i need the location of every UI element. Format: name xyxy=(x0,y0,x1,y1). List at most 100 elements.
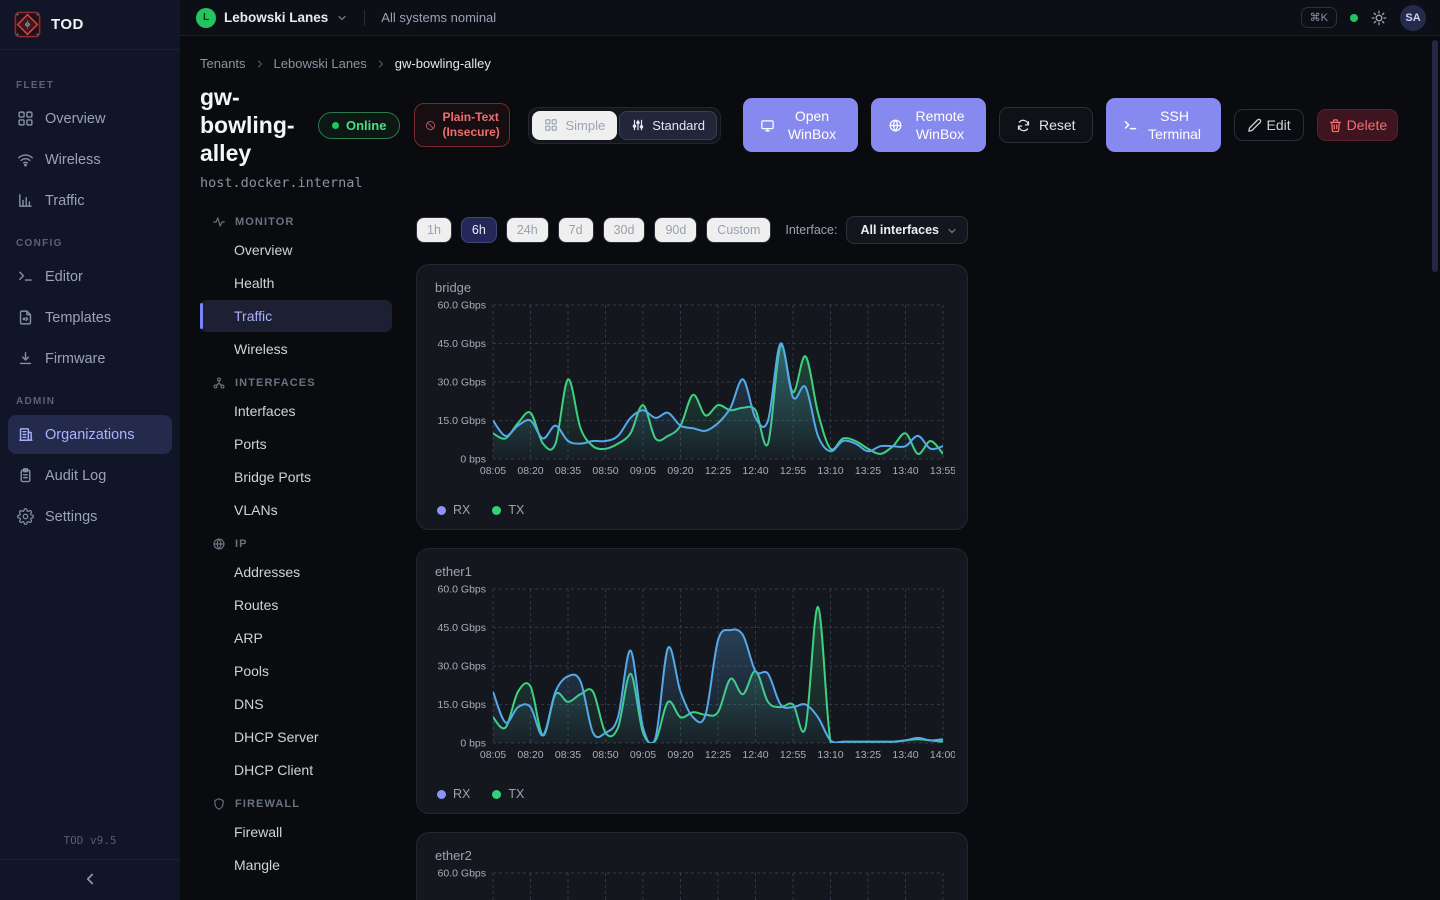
chart-legend: RX TX xyxy=(431,497,953,519)
subnav-item-wireless[interactable]: Wireless xyxy=(200,333,392,365)
subnav-section-label: FIREWALL xyxy=(235,798,300,810)
interface-select[interactable]: All interfaces xyxy=(846,216,968,244)
system-status-text: All systems nominal xyxy=(381,10,496,25)
sidebar-item-label: Templates xyxy=(45,310,111,326)
breadcrumb-current-device: gw-bowling-alley xyxy=(395,56,491,71)
svg-text:08:35: 08:35 xyxy=(555,749,581,761)
trash-icon xyxy=(1328,118,1343,133)
range-custom[interactable]: Custom xyxy=(706,217,771,243)
view-mode-toggle: Simple Standard xyxy=(528,107,721,144)
subnav-item-dhcp-server[interactable]: DHCP Server xyxy=(200,721,392,753)
theme-toggle-sun-icon[interactable] xyxy=(1371,10,1387,26)
app-logo-icon xyxy=(14,11,41,38)
app-name: TOD xyxy=(51,16,84,33)
subnav-item-health[interactable]: Health xyxy=(200,267,392,299)
sidebar-item-wireless[interactable]: Wireless xyxy=(8,140,172,179)
interface-select-value: All interfaces xyxy=(860,223,939,237)
sidebar-item-label: Organizations xyxy=(45,427,134,443)
monitor-icon xyxy=(760,118,775,133)
svg-text:30.0 Gbps: 30.0 Gbps xyxy=(438,377,486,389)
topbar-divider xyxy=(364,10,365,26)
topbar: L Lebowski Lanes All systems nominal ⌘K … xyxy=(180,0,1440,36)
subnav-item-overview[interactable]: Overview xyxy=(200,234,392,266)
legend-dot-icon xyxy=(492,790,501,799)
svg-text:0 bps: 0 bps xyxy=(460,454,486,466)
app-logo-row: TOD xyxy=(0,0,180,50)
user-avatar[interactable]: SA xyxy=(1400,5,1426,31)
subnav-section-firewall: FIREWALL xyxy=(200,787,392,815)
range-90d[interactable]: 90d xyxy=(654,217,697,243)
breadcrumb-tenant-name[interactable]: Lebowski Lanes xyxy=(274,56,367,71)
svg-text:09:05: 09:05 xyxy=(630,465,656,477)
sidebar-item-templates[interactable]: Templates xyxy=(8,298,172,337)
traffic-chart-svg: 0 bps15.0 Gbps30.0 Gbps45.0 Gbps60.0 Gbp… xyxy=(431,867,955,900)
subnav-item-routes[interactable]: Routes xyxy=(200,589,392,621)
subnav-item-arp[interactable]: ARP xyxy=(200,622,392,654)
svg-text:15.0 Gbps: 15.0 Gbps xyxy=(438,699,486,711)
subnav-item-firewall[interactable]: Firewall xyxy=(200,816,392,848)
sidebar-collapse-button[interactable] xyxy=(81,870,99,888)
svg-text:13:10: 13:10 xyxy=(817,465,843,477)
range-24h[interactable]: 24h xyxy=(506,217,549,243)
ssh-terminal-button[interactable]: SSH Terminal xyxy=(1106,98,1221,152)
svg-text:13:40: 13:40 xyxy=(892,749,918,761)
svg-text:08:50: 08:50 xyxy=(592,749,618,761)
sidebar-item-audit-log[interactable]: Audit Log xyxy=(8,456,172,495)
chart-card-bridge: bridge0 bps15.0 Gbps30.0 Gbps45.0 Gbps60… xyxy=(416,264,968,530)
range-6h[interactable]: 6h xyxy=(461,217,497,243)
subnav-item-mangle[interactable]: Mangle xyxy=(200,849,392,881)
clipboard-icon xyxy=(17,467,34,484)
activity-icon xyxy=(212,215,226,229)
subnav-item-dhcp-client[interactable]: DHCP Client xyxy=(200,754,392,786)
legend-label: TX xyxy=(508,787,524,801)
sidebar-item-overview[interactable]: Overview xyxy=(8,99,172,138)
tenant-switcher[interactable]: L Lebowski Lanes xyxy=(196,8,348,28)
subnav-item-addresses[interactable]: Addresses xyxy=(200,556,392,588)
range-1h[interactable]: 1h xyxy=(416,217,452,243)
chart-card-ether2: ether2 0 bps15.0 Gbps30.0 Gbps45.0 Gbps60… xyxy=(416,832,968,900)
subnav-item-pools[interactable]: Pools xyxy=(200,655,392,687)
view-mode-simple[interactable]: Simple xyxy=(532,111,617,140)
range-30d[interactable]: 30d xyxy=(603,217,646,243)
breadcrumb: Tenants Lebowski Lanes gw-bowling-alley xyxy=(200,56,1440,71)
remote-winbox-button[interactable]: Remote WinBox xyxy=(871,98,986,152)
sidebar-item-label: Audit Log xyxy=(45,468,106,484)
action-button-label: Remote WinBox xyxy=(911,107,969,143)
device-hostname: host.docker.internal xyxy=(200,175,1440,191)
sidebar-item-editor[interactable]: Editor xyxy=(8,257,172,296)
gear-icon xyxy=(17,508,34,525)
svg-text:15.0 Gbps: 15.0 Gbps xyxy=(438,415,486,427)
connection-status-dot xyxy=(1350,14,1358,22)
legend-rx: RX xyxy=(437,503,470,517)
view-mode-standard[interactable]: Standard xyxy=(619,111,717,140)
svg-text:60.0 Gbps: 60.0 Gbps xyxy=(438,584,486,596)
sidebar-item-organizations[interactable]: Organizations xyxy=(8,415,172,454)
svg-text:14:00: 14:00 xyxy=(930,749,955,761)
subnav-section-label: MONITOR xyxy=(235,216,294,228)
sidebar-item-firmware[interactable]: Firmware xyxy=(8,339,172,378)
subnav-item-interfaces[interactable]: Interfaces xyxy=(200,395,392,427)
chart-title: bridge xyxy=(435,280,953,295)
chart-title: ether2 xyxy=(435,848,953,863)
breadcrumb-tenants[interactable]: Tenants xyxy=(200,56,246,71)
command-palette-shortcut[interactable]: ⌘K xyxy=(1301,7,1337,28)
reset-button[interactable]: Reset xyxy=(999,107,1093,143)
subnav-item-vlans[interactable]: VLANs xyxy=(200,494,392,526)
online-dot-icon xyxy=(332,122,339,129)
sidebar-item-traffic[interactable]: Traffic xyxy=(8,181,172,220)
globe-icon xyxy=(212,537,226,551)
subnav-item-dns[interactable]: DNS xyxy=(200,688,392,720)
sidebar-item-settings[interactable]: Settings xyxy=(8,497,172,536)
edit-button[interactable]: Edit xyxy=(1234,109,1304,141)
svg-text:09:20: 09:20 xyxy=(667,465,693,477)
delete-button[interactable]: Delete xyxy=(1317,109,1398,141)
legend-label: TX xyxy=(508,503,524,517)
subnav-item-traffic[interactable]: Traffic xyxy=(200,300,392,332)
subnav-item-bridge-ports[interactable]: Bridge Ports xyxy=(200,461,392,493)
svg-text:08:20: 08:20 xyxy=(517,749,543,761)
subnav-item-ports[interactable]: Ports xyxy=(200,428,392,460)
open-winbox-button[interactable]: Open WinBox xyxy=(743,98,858,152)
view-mode-label: Standard xyxy=(652,118,705,133)
range-7d[interactable]: 7d xyxy=(558,217,594,243)
page-scrollbar-thumb[interactable] xyxy=(1432,40,1438,272)
